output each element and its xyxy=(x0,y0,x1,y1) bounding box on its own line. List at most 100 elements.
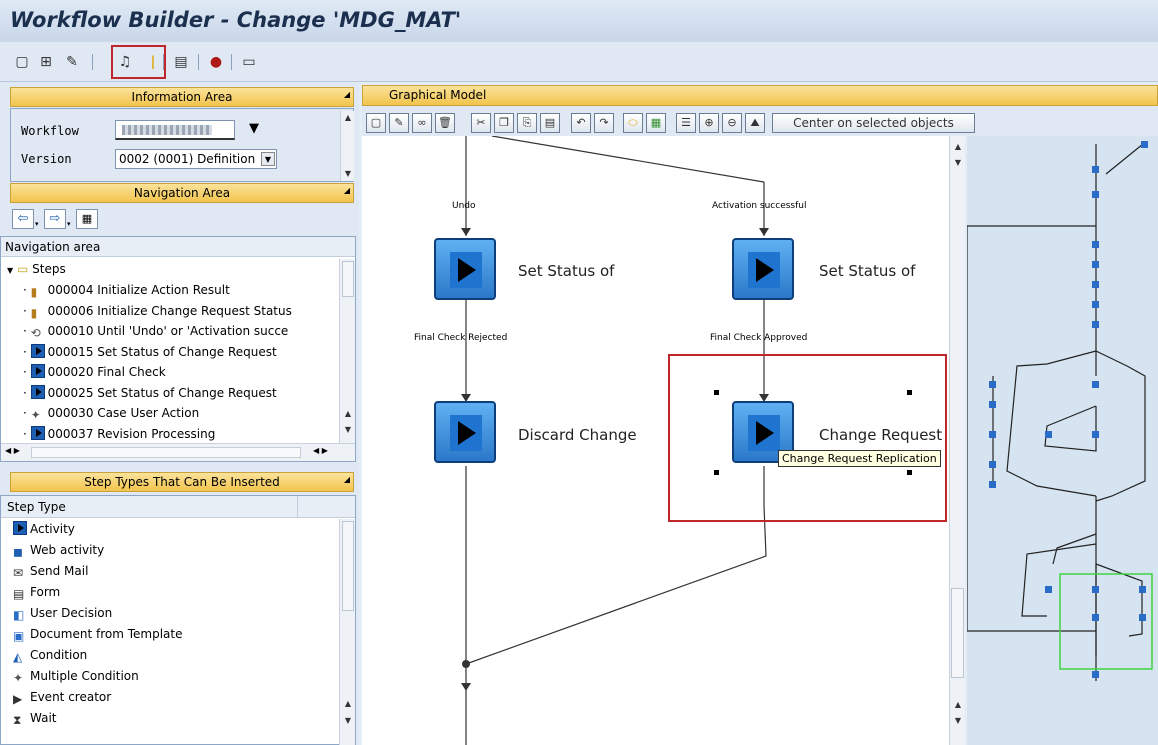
zoom-out-icon[interactable]: ⊖ xyxy=(722,113,742,133)
print-preview-icon[interactable]: ● xyxy=(207,53,225,71)
step-types-column-header[interactable]: Step Type xyxy=(1,496,355,518)
canvas-scrollbar[interactable]: ▲ ▼ ▲ ▼ xyxy=(949,136,965,745)
workflow-canvas[interactable]: Undo Activation successful Final Check R… xyxy=(362,136,949,745)
layout-icon[interactable]: ▭ xyxy=(240,53,258,71)
nav-hscrollbar[interactable]: ◀ ▶ ◀ ▶ xyxy=(1,443,355,461)
info-area-header[interactable]: Information Area ◢ xyxy=(10,87,354,107)
step-type-label: Condition xyxy=(30,648,88,662)
info-scrollbar[interactable]: ▲ ▼ xyxy=(340,111,354,181)
scroll-down-icon[interactable]: ▼ xyxy=(341,714,355,728)
tree-item[interactable]: · 000037 Revision Processing xyxy=(23,424,359,445)
step-type-item[interactable]: ✦ Multiple Condition xyxy=(13,666,139,687)
step-set-status-right[interactable] xyxy=(732,238,794,300)
scroll-down-icon[interactable]: ▼ xyxy=(951,156,965,170)
scroll-thumb[interactable] xyxy=(342,521,354,611)
graphical-model-header[interactable]: Graphical Model xyxy=(362,85,1158,106)
scroll-thumb[interactable] xyxy=(31,447,301,458)
activity-icon xyxy=(13,521,27,535)
event-creator-icon: ▶ xyxy=(13,692,23,706)
tree-root-label: Steps xyxy=(32,262,66,276)
scroll-down-icon[interactable]: ▼ xyxy=(341,167,355,181)
step-types-scrollbar[interactable]: ▲ ▼ xyxy=(339,519,355,745)
center-selected-button[interactable]: Center on selected objects xyxy=(772,113,975,133)
new-document-icon[interactable]: ▢ xyxy=(13,53,31,71)
collapse-icon[interactable]: ◢ xyxy=(344,86,350,104)
cut-icon[interactable]: ✂ xyxy=(471,113,491,133)
dependencies-icon[interactable]: ⊞ xyxy=(37,53,55,71)
nav-scrollbar[interactable]: ▲ ▼ xyxy=(339,259,355,443)
tree-item[interactable]: · 000015 Set Status of Change Request xyxy=(23,342,359,363)
activity-icon xyxy=(30,384,45,399)
tree-item[interactable]: · ⟲ 000010 Until 'Undo' or 'Activation su… xyxy=(23,321,359,342)
grid-icon[interactable]: ▦ xyxy=(646,113,666,133)
step-type-item[interactable]: ◭ Condition xyxy=(13,645,87,666)
step-label: Discard Change xyxy=(518,426,637,444)
paste-icon[interactable]: ⎘ xyxy=(517,113,537,133)
redo-icon[interactable]: ↷ xyxy=(594,113,614,133)
expand-icon[interactable]: ▼ xyxy=(7,266,13,275)
collapse-icon[interactable]: ◢ xyxy=(344,182,350,200)
forward-icon[interactable]: ⇨ xyxy=(44,209,66,229)
step-type-label: Event creator xyxy=(30,690,112,704)
version-select[interactable]: 0002 (0001) Definition ▼ xyxy=(115,149,277,169)
dropdown-arrow-icon[interactable]: ▼ xyxy=(249,121,259,136)
print-icon[interactable]: ▤ xyxy=(172,53,190,71)
zoom-in-icon[interactable]: ⊕ xyxy=(699,113,719,133)
scroll-up-icon[interactable]: ▲ xyxy=(951,698,965,712)
scroll-up-icon[interactable]: ▲ xyxy=(341,111,355,125)
scroll-down-icon[interactable]: ▼ xyxy=(341,423,355,437)
condition-icon[interactable]: ⬭ xyxy=(623,113,643,133)
edge-line xyxy=(491,136,765,183)
scroll-up-icon[interactable]: ▲ xyxy=(341,407,355,421)
scroll-up-icon[interactable]: ▲ xyxy=(951,140,965,154)
link-icon[interactable]: ∞ xyxy=(412,113,432,133)
undo-icon[interactable]: ↶ xyxy=(571,113,591,133)
step-set-status-left[interactable] xyxy=(434,238,496,300)
scroll-down-icon[interactable]: ▼ xyxy=(951,714,965,728)
tree-item[interactable]: · 000025 Set Status of Change Request xyxy=(23,383,359,404)
step-type-item[interactable]: ◧ User Decision xyxy=(13,603,112,624)
step-type-item[interactable]: ▶ Event creator xyxy=(13,687,111,708)
scroll-thumb[interactable] xyxy=(342,261,354,297)
step-discard-change[interactable] xyxy=(434,401,496,463)
arrow-head xyxy=(461,683,471,691)
nav-area-header[interactable]: Navigation Area ◢ xyxy=(10,183,354,203)
delete-icon[interactable]: 🗑 xyxy=(435,113,455,133)
step-type-item[interactable]: ▣ Document from Template xyxy=(13,624,182,645)
tree-item[interactable]: · 000020 Final Check xyxy=(23,362,359,383)
tree-view-icon[interactable]: ▦ xyxy=(76,209,98,229)
graphical-model-title: Graphical Model xyxy=(389,88,487,102)
tree-item[interactable]: · ✦ 000030 Case User Action xyxy=(23,403,359,424)
tree-root-steps[interactable]: ▼ ▭ Steps xyxy=(7,259,343,280)
paste-block-icon[interactable]: ▤ xyxy=(540,113,560,133)
tree-item[interactable]: · ▮ 000006 Initialize Change Request Stat… xyxy=(23,301,359,322)
step-types-header[interactable]: Step Types That Can Be Inserted ◢ xyxy=(10,472,354,492)
forward-menu-icon[interactable]: ▾ xyxy=(67,220,71,228)
workflow-field[interactable] xyxy=(115,120,235,140)
arrow-head xyxy=(461,228,471,236)
step-type-item[interactable]: ✉ Send Mail xyxy=(13,561,88,582)
overview-icon[interactable]: ⛰ xyxy=(745,113,765,133)
scroll-left-icon[interactable]: ◀ ▶ xyxy=(5,446,20,455)
scroll-thumb[interactable] xyxy=(951,588,964,678)
scroll-up-icon[interactable]: ▲ xyxy=(341,697,355,711)
multiple-condition-icon: ✦ xyxy=(13,671,24,685)
copy-icon[interactable]: ❐ xyxy=(494,113,514,133)
scroll-right-icon[interactable]: ◀ ▶ xyxy=(313,446,328,455)
pencil-icon[interactable]: ✎ xyxy=(389,113,409,133)
collapse-icon[interactable]: ◢ xyxy=(344,471,350,489)
overview-pane[interactable] xyxy=(967,136,1158,745)
toolbar-separator xyxy=(231,54,232,70)
step-type-item[interactable]: ▤ Form xyxy=(13,582,60,603)
nav-tree: Navigation area ▼ ▭ Steps · ▮ 000004 Init… xyxy=(0,236,356,462)
back-icon[interactable]: ⇦ xyxy=(12,209,34,229)
step-type-item[interactable]: ◼ Web activity xyxy=(13,540,104,561)
edit-icon[interactable]: ✎ xyxy=(63,53,81,71)
back-menu-icon[interactable]: ▾ xyxy=(35,220,39,228)
step-type-item[interactable]: ⧗ Wait xyxy=(13,708,57,729)
new-icon[interactable]: ▢ xyxy=(366,113,386,133)
tree-item[interactable]: · ▮ 000004 Initialize Action Result xyxy=(23,280,359,301)
step-type-item[interactable]: Activity xyxy=(13,519,75,540)
align-icon[interactable]: ☰ xyxy=(676,113,696,133)
chevron-down-icon[interactable]: ▼ xyxy=(261,152,275,166)
